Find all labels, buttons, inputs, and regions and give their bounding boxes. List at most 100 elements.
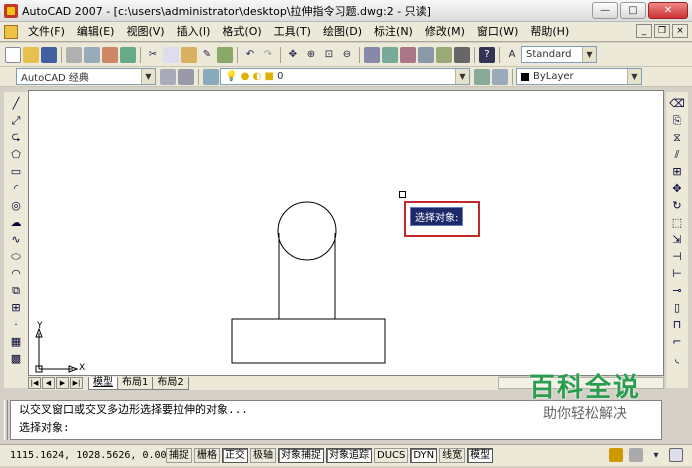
copy-icon[interactable] bbox=[163, 46, 179, 63]
match-properties-icon[interactable]: ✎ bbox=[199, 47, 215, 63]
doc-minimize-button[interactable]: _ bbox=[636, 24, 652, 38]
trim-icon[interactable]: ⊣ bbox=[669, 249, 685, 264]
copy-object-icon[interactable]: ⎘ bbox=[669, 113, 685, 128]
ducs-toggle[interactable]: DUCS bbox=[374, 448, 409, 463]
grid-toggle[interactable]: 栅格 bbox=[194, 448, 220, 463]
text-style-icon[interactable]: A bbox=[504, 47, 520, 63]
ellipse-arc-icon[interactable]: ◠ bbox=[8, 266, 24, 281]
maximize-button[interactable]: □ bbox=[620, 2, 646, 19]
sheet-set-icon[interactable] bbox=[418, 46, 434, 63]
paste-icon[interactable] bbox=[181, 46, 197, 63]
polygon-icon[interactable]: ⬠ bbox=[8, 147, 24, 162]
chevron-down-icon[interactable]: ▼ bbox=[627, 69, 641, 84]
communication-center-icon[interactable] bbox=[609, 448, 623, 462]
first-tab-icon[interactable]: |◀ bbox=[28, 377, 41, 389]
doc-restore-button[interactable]: ❐ bbox=[654, 24, 670, 38]
redo-icon[interactable]: ↷ bbox=[260, 47, 276, 63]
new-file-icon[interactable] bbox=[5, 46, 21, 63]
tool-palettes-icon[interactable] bbox=[400, 46, 416, 63]
rotate-icon[interactable]: ↻ bbox=[669, 198, 685, 213]
lineweight-toggle[interactable]: 线宽 bbox=[439, 448, 466, 463]
menu-insert[interactable]: 插入(I) bbox=[171, 23, 217, 41]
menu-help[interactable]: 帮助(H) bbox=[524, 23, 575, 41]
3d-publish-icon[interactable] bbox=[120, 46, 136, 63]
tab-layout2[interactable]: 布局2 bbox=[152, 376, 189, 390]
top-circle[interactable] bbox=[277, 201, 337, 261]
next-tab-icon[interactable]: ▶ bbox=[56, 377, 69, 389]
revision-cloud-icon[interactable]: ☁ bbox=[8, 215, 24, 230]
zoom-window-icon[interactable]: ⊡ bbox=[321, 47, 337, 63]
extend-icon[interactable]: ⊢ bbox=[669, 266, 685, 281]
document-icon[interactable] bbox=[4, 24, 18, 39]
menu-window[interactable]: 窗口(W) bbox=[471, 23, 524, 41]
workspace-settings-icon[interactable] bbox=[160, 68, 176, 85]
polyline-icon[interactable]: ⮎ bbox=[8, 130, 24, 145]
open-file-icon[interactable] bbox=[23, 46, 39, 63]
polar-toggle[interactable]: 极轴 bbox=[250, 448, 276, 463]
circle-icon[interactable]: ◎ bbox=[8, 198, 24, 213]
break-icon[interactable]: ▯ bbox=[669, 300, 685, 315]
erase-icon[interactable]: ⌫ bbox=[669, 96, 685, 111]
line-icon[interactable]: ╱ bbox=[8, 96, 24, 111]
dyn-toggle[interactable]: DYN bbox=[410, 448, 438, 463]
menu-tools[interactable]: 工具(T) bbox=[268, 23, 317, 41]
workspace-combo[interactable]: AutoCAD 经典 ▼ bbox=[16, 68, 156, 85]
snap-toggle[interactable]: 捕捉 bbox=[166, 448, 192, 463]
insert-block-icon[interactable]: ⧉ bbox=[8, 283, 24, 298]
prev-tab-icon[interactable]: ◀ bbox=[42, 377, 55, 389]
publish-icon[interactable] bbox=[102, 46, 118, 63]
rectangle-icon[interactable]: ▭ bbox=[8, 164, 24, 179]
my-workspace-icon[interactable] bbox=[178, 68, 194, 85]
command-window-grip[interactable] bbox=[4, 400, 8, 440]
zoom-realtime-icon[interactable]: ⊕ bbox=[303, 47, 319, 63]
coordinate-readout[interactable]: 1115.1624, 1028.5626, 0.0000 bbox=[10, 450, 179, 461]
model-toggle[interactable]: 模型 bbox=[467, 448, 494, 463]
lock-icon[interactable] bbox=[629, 448, 643, 462]
properties-icon[interactable] bbox=[364, 46, 380, 63]
scale-icon[interactable]: ⬚ bbox=[669, 215, 685, 230]
color-combo[interactable]: ByLayer ▼ bbox=[516, 68, 642, 85]
layer-manager-icon[interactable] bbox=[203, 68, 219, 85]
autocad-app-icon[interactable] bbox=[4, 3, 18, 18]
chevron-down-icon[interactable]: ▼ bbox=[582, 47, 596, 62]
ortho-toggle[interactable]: 正交 bbox=[222, 448, 248, 463]
chevron-down-icon[interactable]: ▾ bbox=[649, 448, 663, 462]
menu-view[interactable]: 视图(V) bbox=[120, 23, 170, 41]
drawing-canvas[interactable]: Y X bbox=[28, 90, 664, 376]
save-icon[interactable] bbox=[41, 46, 57, 63]
layer-previous-icon[interactable] bbox=[492, 68, 508, 85]
print-preview-icon[interactable] bbox=[84, 46, 100, 63]
tab-model[interactable]: 模型 bbox=[88, 376, 118, 390]
gradient-icon[interactable]: ▩ bbox=[8, 351, 24, 366]
tab-layout1[interactable]: 布局1 bbox=[117, 376, 154, 390]
menu-edit[interactable]: 编辑(E) bbox=[71, 23, 121, 41]
make-block-icon[interactable]: ⊞ bbox=[8, 300, 24, 315]
minimize-button[interactable]: — bbox=[592, 2, 618, 19]
menu-dimension[interactable]: 标注(N) bbox=[368, 23, 419, 41]
construction-line-icon[interactable]: ⤢ bbox=[8, 113, 24, 128]
print-icon[interactable] bbox=[66, 46, 82, 63]
stretch-icon[interactable]: ⇲ bbox=[669, 232, 685, 247]
break-at-point-icon[interactable]: ⊸ bbox=[669, 283, 685, 298]
point-icon[interactable]: · bbox=[8, 317, 24, 332]
calculator-icon[interactable] bbox=[454, 46, 470, 63]
otrack-toggle[interactable]: 对象追踪 bbox=[326, 448, 372, 463]
clean-screen-icon[interactable] bbox=[669, 448, 683, 462]
osnap-toggle[interactable]: 对象捕捉 bbox=[278, 448, 324, 463]
mirror-icon[interactable]: ⧖ bbox=[669, 130, 685, 145]
menu-format[interactable]: 格式(O) bbox=[216, 23, 267, 41]
fillet-icon[interactable]: ◟ bbox=[669, 351, 685, 366]
hatch-icon[interactable]: ▦ bbox=[8, 334, 24, 349]
markup-icon[interactable] bbox=[436, 46, 452, 63]
design-center-icon[interactable] bbox=[382, 46, 398, 63]
arc-icon[interactable]: ◜ bbox=[8, 181, 24, 196]
menu-file[interactable]: 文件(F) bbox=[22, 23, 71, 41]
chevron-down-icon[interactable]: ▼ bbox=[141, 69, 155, 84]
block-editor-icon[interactable] bbox=[217, 46, 233, 63]
move-icon[interactable]: ✥ bbox=[669, 181, 685, 196]
pan-icon[interactable]: ✥ bbox=[285, 47, 301, 63]
chamfer-icon[interactable]: ⌐ bbox=[669, 334, 685, 349]
chevron-down-icon[interactable]: ▼ bbox=[455, 69, 469, 84]
join-icon[interactable]: ⊓ bbox=[669, 317, 685, 332]
base-rectangle[interactable] bbox=[231, 318, 386, 364]
